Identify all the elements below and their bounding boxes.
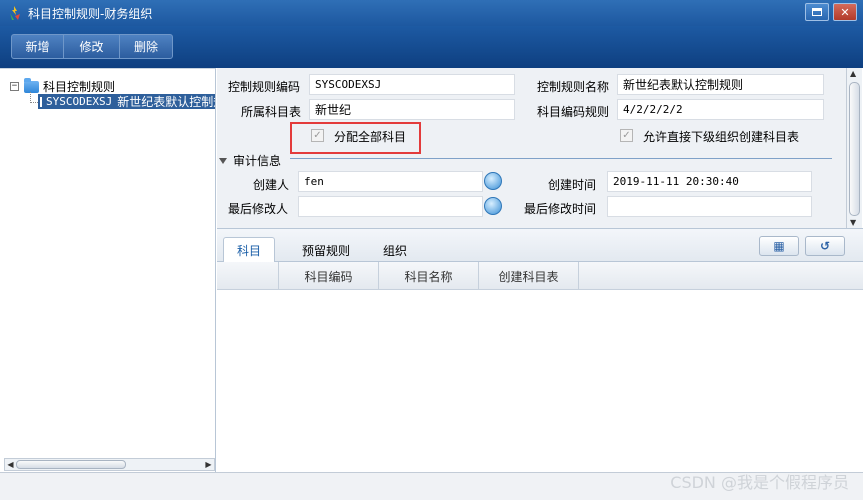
scrollbar-thumb[interactable]: [16, 460, 126, 469]
rule-code-label: 控制规则编码: [228, 80, 301, 94]
allow-sub-org-checkbox[interactable]: ✓: [620, 129, 633, 142]
app-logo-icon: [10, 6, 20, 20]
document-icon: [40, 96, 42, 107]
user-lookup-icon[interactable]: [484, 172, 502, 190]
column-subject-code[interactable]: 科目编码: [279, 262, 379, 290]
scroll-left-icon[interactable]: ◀: [6, 460, 15, 469]
user-lookup-icon[interactable]: [484, 197, 502, 215]
window-title: 科目控制规则-财务组织: [28, 6, 153, 21]
delete-button[interactable]: 删除: [120, 35, 172, 58]
scroll-right-icon[interactable]: ▶: [204, 460, 213, 469]
tab-organization[interactable]: 组织: [373, 237, 417, 263]
create-time-field[interactable]: 2019-11-11 20:30:40: [607, 171, 812, 192]
tree-child-node[interactable]: SYSCODEXSJ 新世纪表默认控制规则: [38, 94, 215, 109]
detail-tab-bar: 科目 预留规则 组织 ▦ ↺: [217, 228, 863, 263]
close-button[interactable]: ✕: [833, 3, 857, 21]
subject-table-field[interactable]: 新世纪: [309, 99, 515, 120]
collapse-triangle-icon[interactable]: [219, 157, 227, 164]
subject-table-label: 所属科目表: [241, 105, 302, 119]
add-subject-icon[interactable]: ▦: [759, 236, 799, 256]
tab-subjects[interactable]: 科目: [223, 237, 275, 263]
toolbar-button-group: 新增 修改 删除: [11, 34, 173, 59]
grid-header: 科目编码 科目名称 创建科目表: [217, 262, 863, 290]
close-icon: ✕: [840, 5, 850, 19]
folder-icon: [24, 77, 39, 93]
refresh-icon[interactable]: ↺: [805, 236, 845, 256]
tree-panel: − 科目控制规则 SYSCODEXSJ 新世纪表默认控制规则 ◀ ▶: [0, 68, 216, 472]
creator-label: 创建人: [253, 178, 290, 192]
form-vertical-scrollbar[interactable]: ▲ ▼: [846, 68, 862, 228]
modify-time-label: 最后修改时间: [524, 202, 597, 216]
tree-horizontal-scrollbar[interactable]: ◀ ▶: [4, 458, 215, 471]
tree-child-name: 新世纪表默认控制规则: [117, 95, 215, 109]
scrollbar-thumb[interactable]: [849, 82, 860, 216]
creator-field[interactable]: fen: [298, 171, 483, 192]
toolbar: 新增 修改 删除: [0, 26, 863, 68]
maximize-icon: [812, 8, 822, 16]
add-button[interactable]: 新增: [12, 35, 64, 58]
maximize-button[interactable]: [805, 3, 829, 21]
column-create-table[interactable]: 创建科目表: [479, 262, 579, 290]
tree-child-code: SYSCODEXSJ: [46, 95, 113, 108]
code-rule-label: 科目编码规则: [537, 105, 610, 119]
modifier-label: 最后修改人: [228, 202, 289, 216]
rule-name-label: 控制规则名称: [537, 80, 610, 94]
grid-corner: [217, 262, 279, 290]
highlight-annotation-box: [290, 122, 421, 154]
tree-root-node[interactable]: − 科目控制规则: [10, 77, 116, 95]
edit-button[interactable]: 修改: [64, 35, 120, 58]
allow-sub-org-label: 允许直接下级组织创建科目表: [643, 130, 800, 144]
scroll-down-icon[interactable]: ▼: [850, 218, 856, 227]
audit-section-label: 审计信息: [233, 154, 282, 168]
code-rule-field[interactable]: 4/2/2/2/2: [617, 99, 824, 120]
tab-reserved-rules[interactable]: 预留规则: [291, 237, 361, 263]
section-divider: [290, 158, 832, 159]
rule-code-field[interactable]: SYSCODEXSJ: [309, 74, 515, 95]
scroll-up-icon[interactable]: ▲: [850, 69, 856, 78]
column-subject-name[interactable]: 科目名称: [379, 262, 479, 290]
grid-body: [217, 290, 863, 472]
audit-section-header[interactable]: 审计信息: [219, 152, 281, 169]
modify-time-field[interactable]: [607, 196, 812, 217]
watermark: CSDN @我是个假程序员: [670, 473, 849, 492]
tree-root-label: 科目控制规则: [43, 80, 116, 94]
rule-name-field[interactable]: 新世纪表默认控制规则: [617, 74, 824, 95]
create-time-label: 创建时间: [548, 178, 597, 192]
modifier-field[interactable]: [298, 196, 483, 217]
title-bar: 科目控制规则-财务组织: [0, 0, 863, 26]
collapse-icon[interactable]: −: [10, 82, 19, 91]
